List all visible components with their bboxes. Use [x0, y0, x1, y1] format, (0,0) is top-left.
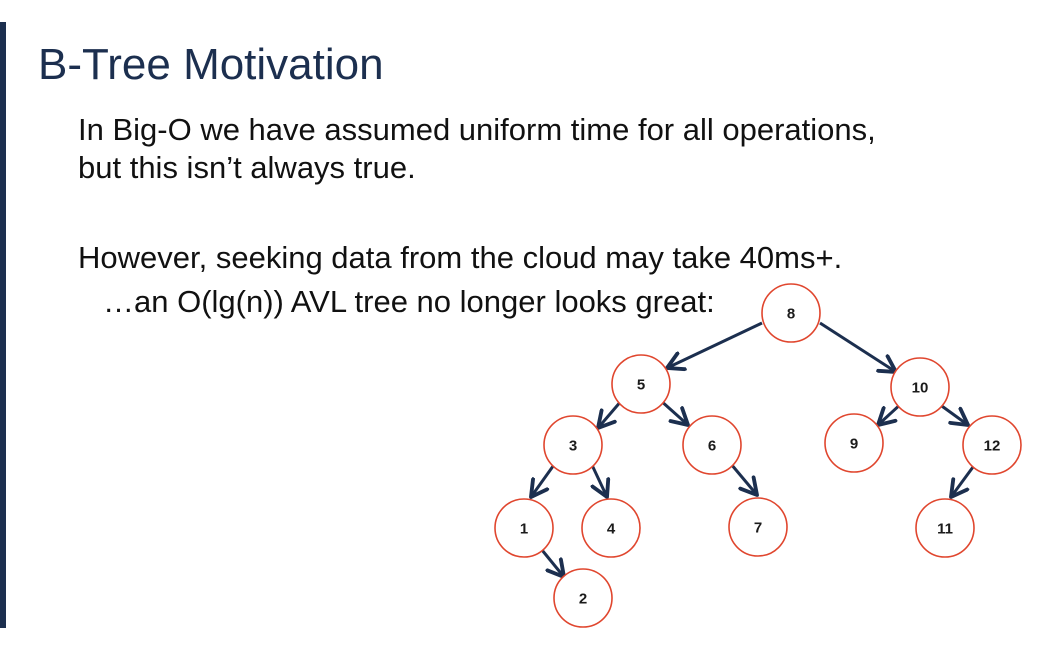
node-label: 10 [912, 380, 929, 397]
avl-tree-diagram: 8 5 10 3 6 9 12 1 4 7 11 2 [494, 283, 1022, 628]
node-label: 12 [984, 438, 1001, 455]
tree-node-12: 12 [962, 415, 1022, 475]
tree-node-9: 9 [824, 413, 884, 473]
tree-node-7: 7 [728, 497, 788, 557]
node-label: 6 [708, 438, 716, 455]
edge-n10-n12 [938, 402, 968, 425]
edge-n3-n4 [592, 464, 607, 497]
node-label: 2 [579, 591, 587, 608]
edge-n12-n11 [951, 466, 975, 497]
node-label: 5 [637, 377, 645, 394]
edge-n1-n2 [540, 549, 564, 577]
node-label: 11 [937, 521, 953, 538]
tree-node-1: 1 [494, 498, 554, 558]
tree-node-4: 4 [581, 498, 641, 558]
edge-n5-n6 [659, 398, 688, 425]
node-label: 7 [754, 520, 762, 537]
edge-n6-n7 [729, 463, 757, 495]
node-label: 1 [520, 521, 528, 538]
node-label: 3 [569, 438, 577, 455]
edge-n8-n10 [819, 321, 896, 372]
node-label: 9 [850, 436, 858, 453]
node-label: 8 [787, 306, 795, 323]
tree-node-2: 2 [553, 568, 613, 628]
edge-n3-n1 [531, 461, 558, 497]
tree-node-8: 8 [761, 283, 821, 343]
tree-node-3: 3 [543, 415, 603, 475]
tree-node-6: 6 [682, 415, 742, 475]
edge-n8-n5 [667, 321, 763, 368]
tree-node-11: 11 [915, 498, 975, 558]
tree-node-10: 10 [890, 357, 950, 417]
node-label: 4 [607, 521, 616, 538]
tree-node-5: 5 [611, 354, 671, 414]
edge-n5-n3 [598, 399, 624, 428]
